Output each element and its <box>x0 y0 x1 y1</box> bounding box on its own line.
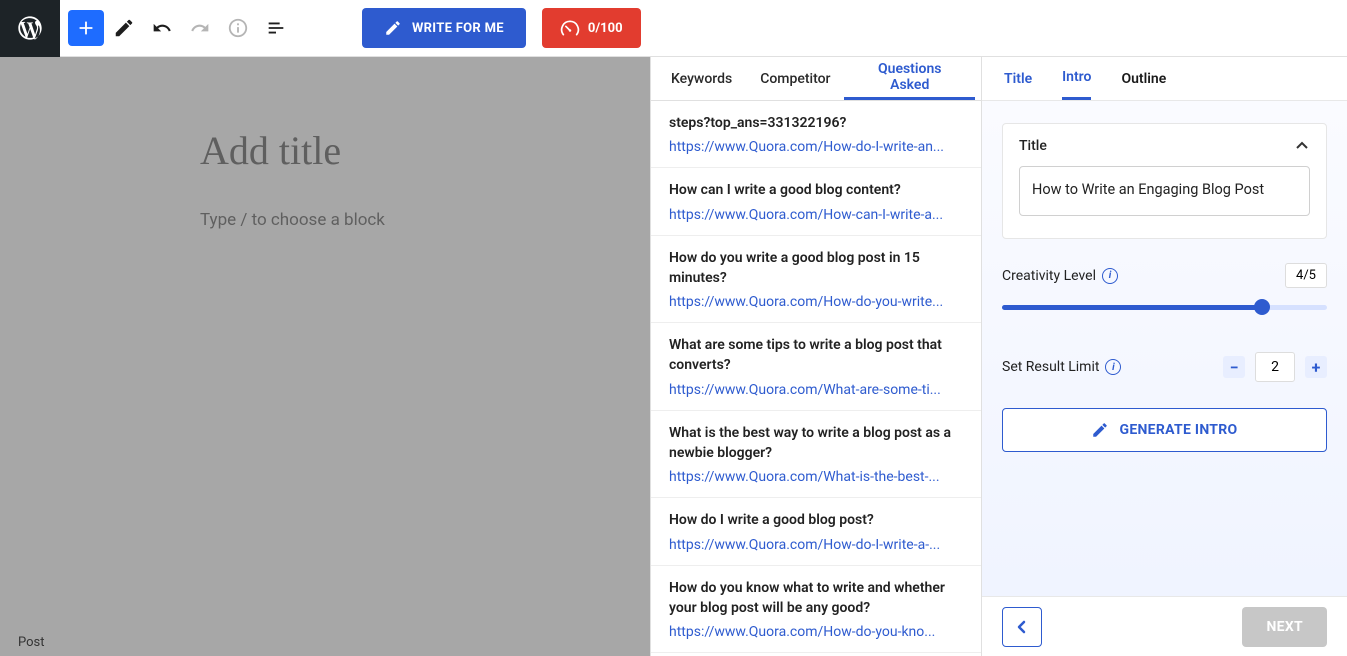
tab-competitor[interactable]: Competitor <box>746 57 844 100</box>
result-limit-label: Set Result Limit i <box>1002 359 1121 375</box>
list-icon <box>265 17 287 39</box>
redo-button[interactable] <box>182 10 218 46</box>
tab-title[interactable]: Title <box>1004 57 1032 100</box>
seo-score-button[interactable]: 0/100 <box>542 8 641 48</box>
list-item: How do you write a good blog post in 15 … <box>651 236 981 324</box>
chevron-up-icon <box>1294 138 1310 154</box>
list-item: What is the best way to write a blog pos… <box>651 411 981 499</box>
redo-icon <box>190 18 210 38</box>
decrement-button[interactable]: − <box>1223 356 1245 378</box>
question-text: How do you write a good blog post in 15 … <box>669 248 963 289</box>
question-link[interactable]: https://www.Quora.com/What-is-the-best-.… <box>669 469 963 485</box>
question-link[interactable]: https://www.Quora.com/What-are-some-ti..… <box>669 382 963 398</box>
tab-keywords[interactable]: Keywords <box>657 57 746 100</box>
undo-button[interactable] <box>144 10 180 46</box>
pencil-icon <box>384 19 402 37</box>
increment-button[interactable]: + <box>1305 356 1327 378</box>
generate-intro-button[interactable]: GENERATE INTRO <box>1002 408 1327 452</box>
outline-button[interactable] <box>258 10 294 46</box>
question-text: steps?top_ans=331322196? <box>669 113 963 133</box>
back-button[interactable] <box>1002 607 1042 647</box>
creativity-label: Creativity Level i <box>1002 268 1118 284</box>
editor-dimmed-overlay <box>0 57 650 656</box>
question-link[interactable]: https://www.Quora.com/How-can-I-write-a.… <box>669 207 963 223</box>
seo-score-label: 0/100 <box>588 21 623 36</box>
creativity-value: 4/5 <box>1285 263 1327 288</box>
document-type-label[interactable]: Post <box>18 635 45 650</box>
question-link[interactable]: https://www.Quora.com/How-do-I-write-an.… <box>669 139 963 155</box>
result-limit-input[interactable] <box>1255 352 1295 382</box>
question-text: How can I write a good blog content? <box>669 180 963 200</box>
info-button[interactable] <box>220 10 256 46</box>
write-for-me-button[interactable]: WRITE FOR ME <box>362 8 526 48</box>
tab-questions-asked[interactable]: Questions Asked <box>844 57 975 100</box>
chevron-left-icon <box>1015 620 1029 634</box>
question-link[interactable]: https://www.Quora.com/How-do-you-kno... <box>669 624 963 640</box>
undo-icon <box>152 18 172 38</box>
title-input[interactable] <box>1019 166 1310 216</box>
title-card: Title <box>1002 123 1327 239</box>
questions-list[interactable]: steps?top_ans=331322196? https://www.Quo… <box>651 101 981 656</box>
edit-mode-button[interactable] <box>106 10 142 46</box>
slider-thumb[interactable] <box>1254 299 1270 315</box>
info-circle-icon <box>227 17 249 39</box>
list-item: How do I write a good blog post? https:/… <box>651 498 981 565</box>
add-block-button[interactable] <box>68 10 104 46</box>
list-item: steps?top_ans=331322196? https://www.Quo… <box>651 101 981 168</box>
title-section-label: Title <box>1019 138 1047 154</box>
info-icon[interactable]: i <box>1102 268 1118 284</box>
pencil-icon <box>1091 421 1109 439</box>
next-button[interactable]: NEXT <box>1242 607 1327 647</box>
gauge-icon <box>560 18 580 38</box>
pencil-icon <box>113 17 135 39</box>
question-text: What are some tips to write a blog post … <box>669 335 963 376</box>
wordpress-logo[interactable] <box>0 0 60 57</box>
question-link[interactable]: https://www.Quora.com/How-do-you-write..… <box>669 294 963 310</box>
title-card-header[interactable]: Title <box>1019 138 1310 154</box>
list-item: How do you know what to write and whethe… <box>651 566 981 654</box>
list-item: What are some tips to write a blog post … <box>651 323 981 411</box>
question-text: What is the best way to write a blog pos… <box>669 423 963 464</box>
editor-area[interactable]: Add title Type / to choose a block Post <box>0 57 650 656</box>
generate-intro-label: GENERATE INTRO <box>1119 422 1237 438</box>
write-for-me-label: WRITE FOR ME <box>412 21 504 36</box>
info-icon[interactable]: i <box>1105 359 1121 375</box>
question-link[interactable]: https://www.Quora.com/How-do-I-write-a-.… <box>669 537 963 553</box>
list-item: How can I write a good blog content? htt… <box>651 168 981 235</box>
wordpress-icon <box>16 14 44 42</box>
creativity-slider[interactable] <box>1002 300 1327 314</box>
tab-outline[interactable]: Outline <box>1121 57 1166 100</box>
question-text: How do you know what to write and whethe… <box>669 578 963 619</box>
question-text: How do I write a good blog post? <box>669 510 963 530</box>
tab-intro[interactable]: Intro <box>1062 57 1091 100</box>
plus-icon <box>75 17 97 39</box>
